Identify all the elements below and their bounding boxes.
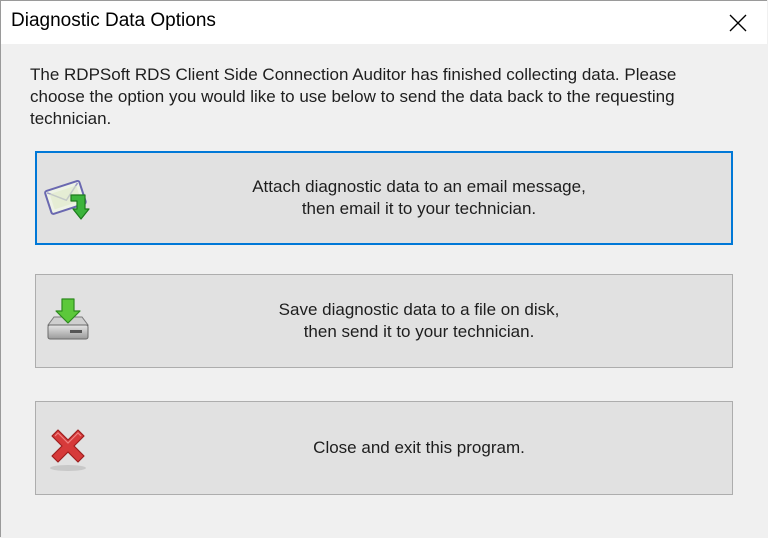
email-data-label-line2: then email it to your technician. <box>301 199 537 218</box>
save-to-disk-button[interactable]: Save diagnostic data to a file on disk, … <box>35 274 733 368</box>
close-button[interactable] <box>709 1 767 44</box>
save-to-disk-icon <box>47 298 89 340</box>
email-attach-icon <box>44 179 90 220</box>
red-x-icon <box>50 429 86 471</box>
close-and-exit-label: Close and exit this program. <box>106 402 732 494</box>
window-title: Diagnostic Data Options <box>11 10 216 31</box>
email-data-label-line1: Attach diagnostic data to an email messa… <box>252 177 586 196</box>
diagnostic-data-options-dialog: Diagnostic Data Options The RDPSoft RDS … <box>0 0 767 537</box>
save-to-disk-label: Save diagnostic data to a file on disk, … <box>106 275 732 367</box>
instructions-line: technician. <box>30 109 112 128</box>
save-to-disk-label-line1: Save diagnostic data to a file on disk, <box>278 300 560 319</box>
title-bar: Diagnostic Data Options <box>1 1 767 44</box>
close-and-exit-label-line1: Close and exit this program. <box>313 438 525 457</box>
email-data-label: Attach diagnostic data to an email messa… <box>107 153 731 243</box>
close-and-exit-button[interactable]: Close and exit this program. <box>35 401 733 495</box>
instructions-line: The RDPSoft RDS Client Side Connection A… <box>30 65 677 84</box>
email-data-button[interactable]: Attach diagnostic data to an email messa… <box>35 151 733 245</box>
close-icon <box>729 14 747 31</box>
save-to-disk-label-line2: then send it to your technician. <box>303 322 535 341</box>
instructions-line: choose the option you would like to use … <box>30 87 675 106</box>
instructions-text: The RDPSoft RDS Client Side Connection A… <box>30 64 742 130</box>
